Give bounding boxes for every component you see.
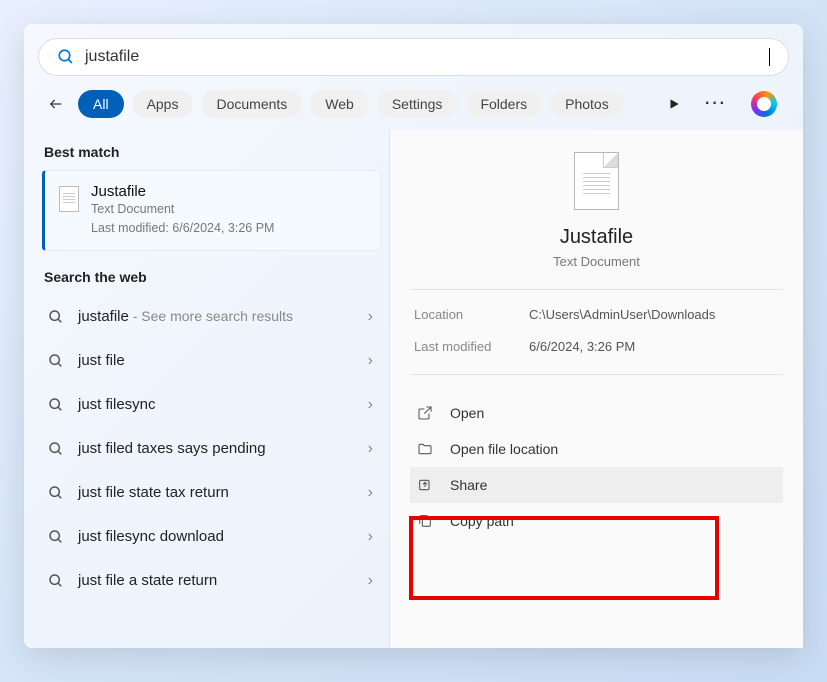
chevron-right-icon: › [368,308,373,326]
preview-title: Justafile [560,226,633,249]
web-result-label: justafile - See more search results [78,308,354,325]
action-share[interactable]: Share [410,467,783,503]
chevron-right-icon: › [368,396,373,414]
search-icon [48,353,64,369]
search-icon [48,573,64,589]
action-open-location[interactable]: Open file location [410,431,783,467]
preview-actions: Open Open file location Share [410,395,783,539]
best-match-result[interactable]: Justafile Text Document Last modified: 6… [42,170,381,251]
preview-subtitle: Text Document [553,254,640,269]
meta-label: Last modified [414,339,529,354]
web-result-label: just filesync download [78,528,354,545]
action-label: Open [450,405,484,421]
filter-web[interactable]: Web [310,90,369,118]
meta-value: C:\Users\AdminUser\Downloads [529,307,715,322]
filter-row: All Apps Documents Web Settings Folders … [24,84,803,130]
web-result[interactable]: just filesync download › [42,515,381,559]
content-area: Best match Justafile Text Document Last … [24,130,803,648]
copilot-icon[interactable] [751,91,777,117]
search-icon [48,441,64,457]
meta-value: 6/6/2024, 3:26 PM [529,339,635,354]
divider [410,374,783,375]
back-button[interactable] [42,90,70,118]
web-result[interactable]: just filed taxes says pending › [42,427,381,471]
more-options-icon[interactable]: ··· [705,95,727,113]
action-label: Open file location [450,441,558,457]
web-result-label: just filesync [78,396,354,413]
filter-apps[interactable]: Apps [132,90,194,118]
chevron-right-icon: › [368,528,373,546]
play-icon[interactable] [667,97,681,111]
search-web-header: Search the web [44,269,381,285]
meta-label: Location [414,307,529,322]
web-result-label: just file a state return [78,572,354,589]
text-cursor [769,48,770,66]
share-icon [416,477,434,493]
web-result[interactable]: just file a state return › [42,559,381,603]
web-result-label: just filed taxes says pending [78,440,354,457]
search-icon [48,309,64,325]
open-icon [416,405,434,421]
search-icon [48,397,64,413]
search-input[interactable]: justafile [85,48,761,66]
web-result-label: just file [78,352,354,369]
copy-icon [416,513,434,529]
document-preview-icon [574,152,619,210]
web-result[interactable]: just filesync › [42,383,381,427]
web-result[interactable]: just file › [42,339,381,383]
action-copy-path[interactable]: Copy path [410,503,783,539]
chevron-right-icon: › [368,440,373,458]
folder-icon [416,441,434,457]
meta-location: Location C:\Users\AdminUser\Downloads [410,290,783,322]
filter-documents[interactable]: Documents [201,90,302,118]
web-result[interactable]: just file state tax return › [42,471,381,515]
filter-settings[interactable]: Settings [377,90,458,118]
action-label: Copy path [450,513,514,529]
best-match-modified: Last modified: 6/6/2024, 3:26 PM [91,219,274,238]
search-icon [48,529,64,545]
preview-pane: Justafile Text Document Location C:\User… [389,130,803,648]
search-icon [57,48,75,66]
chevron-right-icon: › [368,572,373,590]
best-match-header: Best match [44,144,381,160]
chevron-right-icon: › [368,484,373,502]
action-label: Share [450,477,487,493]
filter-photos[interactable]: Photos [550,90,624,118]
toolbar-right: ··· [667,91,785,117]
chevron-right-icon: › [368,352,373,370]
action-open[interactable]: Open [410,395,783,431]
search-icon [48,485,64,501]
search-box[interactable]: justafile [38,38,789,76]
filter-all[interactable]: All [78,90,124,118]
filter-folders[interactable]: Folders [465,90,542,118]
search-row: justafile [24,24,803,84]
web-result[interactable]: justafile - See more search results › [42,295,381,339]
document-icon [59,186,79,212]
search-window: justafile All Apps Documents Web Setting… [24,24,803,648]
web-result-label: just file state tax return [78,484,354,501]
best-match-type: Text Document [91,200,274,219]
meta-modified: Last modified 6/6/2024, 3:26 PM [410,322,783,374]
results-pane: Best match Justafile Text Document Last … [24,130,389,648]
best-match-title: Justafile [91,183,274,200]
